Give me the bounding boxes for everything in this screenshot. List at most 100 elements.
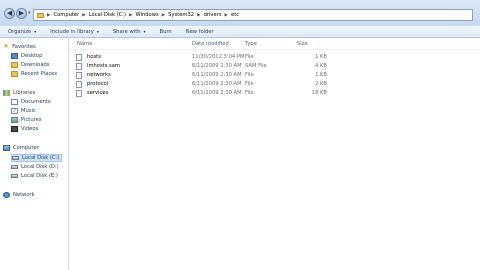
file-date-modified: 6/11/2009 2:30 AM: [192, 72, 242, 78]
drive-icon: [11, 174, 18, 178]
file-size: 1 KB: [315, 54, 327, 60]
sidebar-item-label: Videos: [21, 126, 39, 132]
file-row[interactable]: services 6/11/2009 2:30 AM File 18 KB: [69, 89, 480, 98]
column-header-name[interactable]: Name: [77, 41, 92, 47]
title-bar: ◀ ▶ ▾ ▶ Computer ▶ Local Disk (C:) ▶ Windows…: [0, 0, 480, 26]
sidebar-item-recent-places[interactable]: Recent Places: [11, 71, 57, 77]
file-name: protocol: [87, 81, 109, 87]
sidebar-item-label: Music: [21, 108, 36, 114]
sidebar-item-label: Local Disk (D:): [21, 164, 59, 170]
file-size: 18 KB: [311, 90, 327, 96]
breadcrumb-item[interactable]: drivers: [204, 12, 222, 18]
command-toolbar: Organize ▾ Include in library ▾ Share with ▾ B…: [0, 26, 480, 38]
back-arrow-icon: ◀: [6, 9, 13, 17]
file-list: Name Date modified Type Size hosts 11/30/…: [69, 38, 480, 270]
breadcrumb-separator[interactable]: ▶: [225, 13, 228, 18]
breadcrumb-label: System32: [168, 12, 195, 18]
share-with-button[interactable]: Share with ▾: [113, 29, 146, 35]
chevron-down-icon: ▾: [96, 29, 99, 34]
address-bar[interactable]: ▶ Computer ▶ Local Disk (C:) ▶ Windows ▶ Syste…: [33, 9, 473, 21]
recent-places-icon: [11, 71, 18, 77]
sidebar-item-network[interactable]: Network: [3, 192, 35, 198]
breadcrumb-item[interactable]: Computer: [53, 12, 79, 18]
back-button[interactable]: ◀: [4, 8, 15, 19]
forward-arrow-icon: ▶: [18, 9, 25, 17]
desktop-icon: [11, 53, 18, 59]
column-header-type[interactable]: Type: [245, 41, 257, 47]
breadcrumb-item[interactable]: System32: [168, 12, 194, 18]
file-type: SAM File: [245, 63, 267, 69]
sidebar-item-computer[interactable]: Computer: [3, 145, 39, 151]
forward-button[interactable]: ▶: [16, 8, 27, 19]
breadcrumb-item[interactable]: Local Disk (C:): [89, 12, 126, 18]
toolbar-button-label: Share with: [112, 28, 141, 35]
header-divider: [69, 49, 480, 50]
file-type: File: [245, 72, 254, 78]
toolbar-button-label: Include in library: [50, 28, 94, 35]
sidebar-item-local-disk-d[interactable]: Local Disk (D:): [11, 164, 59, 170]
breadcrumb-label: drivers: [203, 12, 222, 18]
file-name: services: [87, 90, 109, 96]
breadcrumb-separator[interactable]: ▶: [162, 13, 165, 18]
sidebar-item-label: Documents: [21, 99, 51, 105]
navigation-pane: ★ Favorites Desktop Downloads Recent Pla…: [0, 38, 69, 270]
file-row[interactable]: hosts 11/30/2012 3:04 PM File 1 KB: [69, 53, 480, 62]
sidebar-item-label: Local Disk (E:): [21, 173, 58, 179]
file-icon: [76, 72, 82, 79]
file-row[interactable]: networks 6/11/2009 2:30 AM File 1 KB: [69, 71, 480, 80]
music-icon: ♪: [11, 108, 18, 114]
organize-button[interactable]: Organize ▾: [8, 29, 36, 35]
sidebar-item-label: Pictures: [21, 117, 42, 123]
breadcrumb-separator[interactable]: ▶: [129, 13, 132, 18]
file-date-modified: 6/11/2009 2:30 AM: [192, 81, 242, 87]
breadcrumb-label: etc: [231, 12, 240, 18]
breadcrumb-separator[interactable]: ▶: [82, 13, 85, 18]
computer-icon: [3, 145, 10, 151]
file-icon: [76, 54, 82, 61]
recent-pages-dropdown[interactable]: ▾: [28, 10, 31, 16]
file-date-modified: 6/11/2009 2:30 AM: [192, 90, 242, 96]
file-name: hosts: [87, 54, 101, 60]
sidebar-item-downloads[interactable]: Downloads: [11, 62, 50, 68]
breadcrumb-label: Local Disk (C:): [88, 12, 127, 18]
file-row[interactable]: protocol 6/11/2009 2:30 AM File 2 KB: [69, 80, 480, 89]
new-folder-button[interactable]: New folder: [186, 29, 214, 35]
sidebar-item-local-disk-c[interactable]: Local Disk (C:): [11, 154, 63, 162]
sidebar-item-favorites[interactable]: ★ Favorites: [3, 43, 36, 50]
network-icon: [3, 192, 10, 198]
sidebar-item-desktop[interactable]: Desktop: [11, 53, 42, 59]
downloads-icon: [11, 62, 18, 68]
sidebar-item-label: Computer: [13, 145, 39, 151]
column-header-date-modified[interactable]: Date modified: [192, 41, 229, 47]
sidebar-item-music[interactable]: ♪ Music: [11, 108, 36, 114]
breadcrumb-item[interactable]: Windows: [136, 12, 159, 18]
drive-icon: [12, 156, 19, 160]
folder-icon: [37, 12, 44, 18]
sidebar-item-libraries[interactable]: Libraries: [3, 90, 35, 96]
breadcrumb-separator[interactable]: ▶: [47, 13, 50, 18]
file-type: File: [245, 54, 254, 60]
sidebar-item-label: Network: [13, 192, 35, 198]
include-in-library-button[interactable]: Include in library ▾: [50, 29, 99, 35]
file-icon: [76, 81, 82, 88]
sidebar-item-pictures[interactable]: Pictures: [11, 117, 42, 123]
breadcrumb-separator[interactable]: ▶: [197, 13, 200, 18]
burn-button[interactable]: Burn: [160, 29, 172, 35]
sidebar-item-label: Local Disk (C:): [22, 155, 60, 161]
file-date-modified: 6/11/2009 2:30 AM: [192, 63, 242, 69]
breadcrumb-item[interactable]: etc: [231, 12, 239, 18]
file-row[interactable]: lmhosts.sam 6/11/2009 2:30 AM SAM File 4 KB: [69, 62, 480, 71]
column-header-size[interactable]: Size: [297, 41, 308, 47]
file-size: 2 KB: [315, 81, 327, 87]
sidebar-item-documents[interactable]: Documents: [11, 99, 51, 105]
sidebar-item-local-disk-e[interactable]: Local Disk (E:): [11, 173, 58, 179]
sidebar-item-label: Favorites: [12, 43, 36, 50]
breadcrumb: Computer ▶ Local Disk (C:) ▶ Windows ▶ System3…: [53, 12, 239, 18]
sidebar-item-videos[interactable]: Videos: [11, 126, 38, 132]
chevron-down-icon: ▾: [34, 29, 37, 34]
documents-icon: [11, 99, 18, 105]
file-name: networks: [87, 72, 111, 78]
sidebar-item-label: Libraries: [13, 90, 36, 96]
star-icon: ★: [3, 42, 10, 50]
sidebar-item-label: Downloads: [21, 62, 50, 68]
